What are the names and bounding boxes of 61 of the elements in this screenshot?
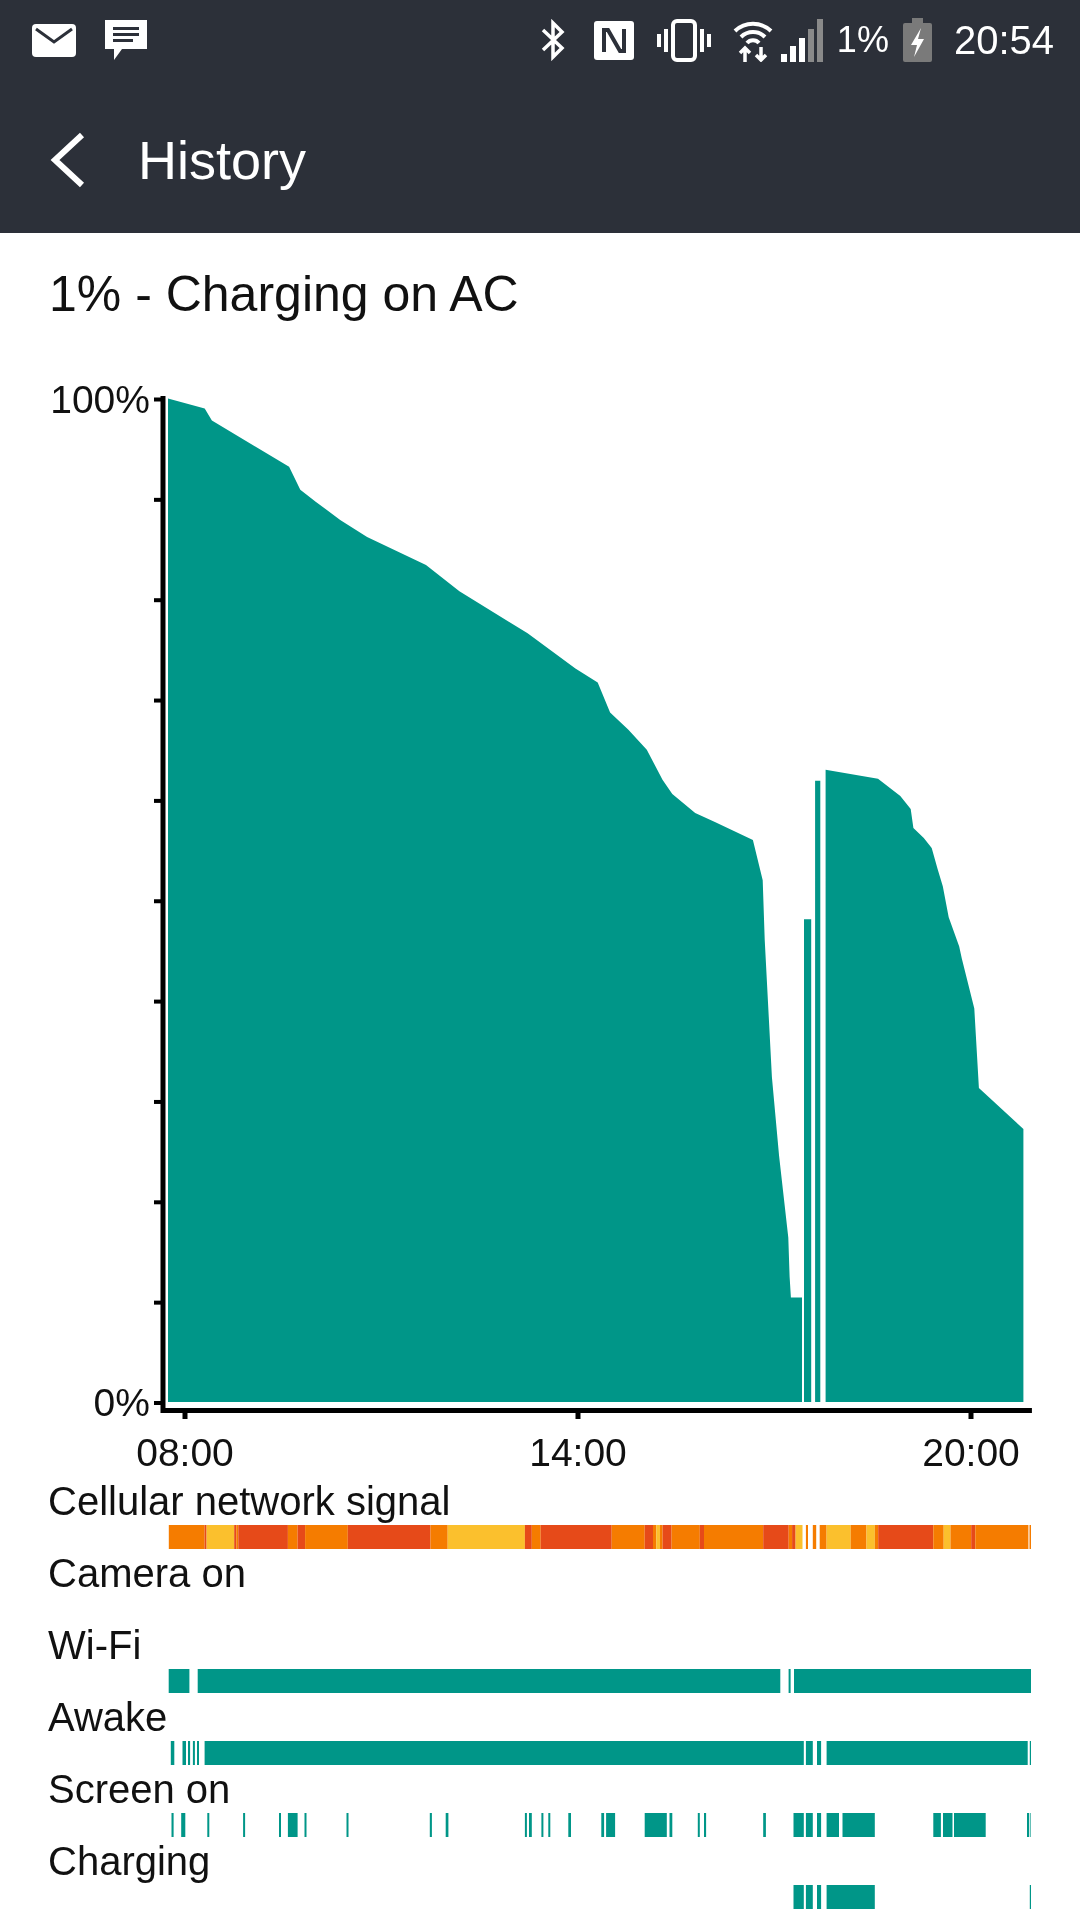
timeline-segment <box>704 1813 707 1837</box>
signal-icon <box>780 18 824 62</box>
timeline-segment <box>207 1813 210 1837</box>
battery-charging-icon <box>902 18 932 62</box>
timeline-label: Awake <box>47 1694 169 1741</box>
timeline-segment <box>793 1885 804 1909</box>
timeline-segment <box>524 1813 527 1837</box>
battery-status-text: 1% - Charging on AC <box>49 265 520 324</box>
timeline-segment <box>805 1525 808 1549</box>
timeline-segment <box>933 1813 941 1837</box>
timeline-segment <box>812 1525 817 1549</box>
timeline-segment <box>793 1813 804 1837</box>
envelope-icon <box>32 23 76 57</box>
timeline-label: Camera on <box>47 1550 247 1597</box>
timeline-segment <box>304 1813 307 1837</box>
timeline-segment <box>197 1741 199 1765</box>
timeline-segment <box>445 1813 449 1837</box>
timeline-label: Charging <box>47 1838 212 1885</box>
timeline-segment <box>817 1741 822 1765</box>
timeline-segment <box>529 1813 532 1837</box>
timeline-segment <box>817 1885 822 1909</box>
message-icon <box>105 20 147 60</box>
timeline-segment <box>669 1813 673 1837</box>
timeline-segment <box>429 1813 432 1837</box>
timeline-segment <box>541 1813 544 1837</box>
timeline-segment <box>826 1813 839 1837</box>
timeline-label: Cellular network signal <box>47 1478 452 1525</box>
timeline-segment <box>788 1669 791 1693</box>
battery-percent: 1% <box>836 19 889 61</box>
timeline-segment <box>842 1813 875 1837</box>
y-tick-label: 100% <box>50 377 150 421</box>
x-tick-label: 08:00 <box>136 1431 234 1474</box>
timeline-segment <box>826 1885 875 1909</box>
vibrate-icon <box>656 18 711 62</box>
timeline-segment <box>568 1813 571 1837</box>
y-tick-label: 0% <box>93 1381 150 1424</box>
timeline-segment <box>548 1813 551 1837</box>
timeline-segment <box>697 1813 700 1837</box>
timeline-label: Screen on <box>47 1766 232 1813</box>
timeline-segment <box>171 1813 174 1837</box>
timeline-label: Wi-Fi <box>47 1622 143 1669</box>
timeline-segment <box>346 1813 349 1837</box>
clock: 20:54 <box>953 17 1054 63</box>
timeline-segment <box>181 1813 186 1837</box>
timeline-segment <box>287 1813 298 1837</box>
timeline-segment <box>817 1813 822 1837</box>
x-tick-label: 20:00 <box>922 1431 1020 1474</box>
nfc-icon <box>593 20 634 60</box>
timeline-segment <box>763 1813 766 1837</box>
timeline-segment <box>243 1813 246 1837</box>
timeline-segment <box>1029 1885 1031 1909</box>
timeline-segment <box>644 1813 667 1837</box>
timeline-segment <box>279 1813 281 1837</box>
timeline-segment <box>182 1741 186 1765</box>
chevron-left-icon <box>50 131 86 188</box>
back-button[interactable] <box>50 131 86 188</box>
timeline-segment <box>170 1741 175 1765</box>
timeline-segment <box>168 1669 190 1693</box>
x-tick-label: 14:00 <box>529 1431 627 1474</box>
screen-title: History <box>138 128 306 191</box>
bluetooth-icon <box>539 19 567 61</box>
